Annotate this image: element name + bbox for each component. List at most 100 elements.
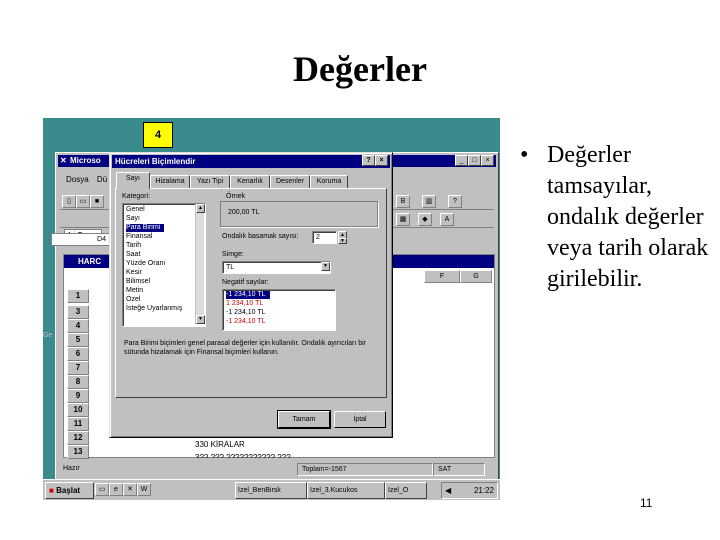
category-item[interactable]: Sayı (126, 215, 140, 223)
format-cells-dialog: Hücreleri Biçimlendir ? × Sayı Hizalama … (109, 152, 393, 438)
task-button-izel-o[interactable]: Izel_O (385, 482, 427, 499)
negative-numbers-list[interactable]: -1 234,10 TL 1 234,10 TL -1 234,10 TL -1… (222, 289, 336, 331)
cell-b14[interactable]: 3?? ??? ??????????? ??? (195, 452, 291, 458)
slide-number: 11 (640, 496, 653, 510)
category-item[interactable]: Saat (126, 251, 140, 259)
volume-icon[interactable]: ◀ (445, 483, 451, 498)
open-file-icon[interactable]: ▭ (76, 195, 90, 208)
cell-b13[interactable]: 330 KİRALAR (195, 440, 245, 449)
symbol-label: Simge: (222, 251, 244, 258)
bullet-text: Değerler tamsayılar, ondalık değerler ve… (547, 142, 709, 292)
row-header[interactable]: 7 (67, 361, 89, 375)
scroll-up-icon[interactable]: ▲ (196, 204, 205, 213)
bold-icon[interactable]: B (396, 195, 410, 208)
minimize-button[interactable]: _ (455, 155, 468, 166)
desktop-label: Ge (43, 332, 53, 339)
cancel-button[interactable]: İptal (334, 411, 386, 428)
tab-desenler[interactable]: Desenler (270, 175, 310, 188)
negative-option[interactable]: 1 234,10 TL (226, 300, 263, 308)
excel-title-text: Microso (70, 156, 101, 165)
new-file-icon[interactable]: ▯ (62, 195, 76, 208)
decimals-label: Ondalık basamak sayısı: (222, 233, 299, 240)
status-bar: Hazır Toplam=-1567 SAT (57, 462, 497, 476)
category-item[interactable]: Bilimsel (126, 278, 150, 286)
quicklaunch-excel-icon[interactable]: ✕ (123, 483, 137, 496)
borders-icon[interactable]: ▦ (396, 213, 410, 226)
row-header[interactable]: 13 (67, 445, 89, 459)
category-description: Para Birimi biçimleri genel parasal değe… (124, 340, 366, 356)
fill-color-icon[interactable]: ◆ (418, 213, 432, 226)
row-header[interactable]: 12 (67, 431, 89, 445)
category-item[interactable]: Özel (126, 296, 140, 304)
font-color-icon[interactable]: A (440, 213, 454, 226)
ok-button[interactable]: Tamam (277, 410, 331, 429)
column-header-g[interactable]: G (460, 270, 492, 283)
row-header[interactable]: 4 (67, 319, 89, 333)
close-button[interactable]: × (481, 155, 494, 166)
symbol-select[interactable]: TL (222, 261, 331, 274)
clock[interactable]: 21:22 (474, 486, 494, 495)
row-header[interactable]: 9 (67, 389, 89, 403)
screenshot: 4 Ge ✕ Microso _ □ × Dosya Dü ▯ ▭ ■ B ▥ … (43, 118, 500, 500)
save-icon[interactable]: ■ (90, 195, 104, 208)
column-header-f[interactable]: F (424, 270, 460, 283)
slide-title: Değerler (293, 49, 427, 89)
chevron-down-icon[interactable]: ▼ (321, 262, 330, 271)
start-button[interactable]: ■ Başlat (45, 482, 94, 499)
taskbar: ■ Başlat ▭ e ✕ W Izel_BenBirsk Izel_3.Ku… (43, 479, 500, 500)
row-header[interactable]: 6 (67, 347, 89, 361)
category-item[interactable]: Genel (126, 206, 145, 214)
row-header[interactable]: 8 (67, 375, 89, 389)
task-button-izel-3-kucukos[interactable]: Izel_3.Kucukos (307, 482, 385, 499)
menu-dosya[interactable]: Dosya (66, 175, 89, 184)
dialog-help-button[interactable]: ? (362, 155, 375, 166)
negative-option[interactable]: -1 234,10 TL (226, 309, 266, 317)
scroll-down-icon[interactable]: ▼ (196, 315, 205, 324)
windows-logo-icon: ■ (49, 486, 54, 495)
category-item[interactable]: Kesir (126, 269, 142, 277)
start-label: Başlat (56, 486, 81, 495)
tab-hizalama[interactable]: Hizalama (150, 175, 190, 188)
dialog-title-bar[interactable]: Hücreleri Biçimlendir (112, 155, 390, 168)
row-header[interactable]: 1 (67, 289, 89, 303)
quicklaunch-word-icon[interactable]: W (137, 483, 151, 496)
category-item[interactable]: Finansal (126, 233, 152, 241)
tab-kenarlik[interactable]: Kenarlık (230, 175, 270, 188)
menu-duzen[interactable]: Dü (97, 175, 107, 184)
decimals-down-icon[interactable]: ▼ (338, 238, 347, 244)
category-label: Kategori: (122, 193, 151, 200)
row-header[interactable]: 5 (67, 333, 89, 347)
row-header[interactable]: 10 (67, 403, 89, 417)
category-scrollbar[interactable]: ▲ ▼ (195, 204, 205, 324)
quicklaunch-desktop-icon[interactable]: ▭ (95, 483, 109, 496)
bullet-icon: • (520, 142, 529, 168)
row-header[interactable]: 11 (67, 417, 89, 431)
row-header[interactable]: 3 (67, 305, 89, 319)
negative-option-selected[interactable]: -1 234,10 TL (226, 291, 270, 299)
category-item[interactable]: Tarih (126, 242, 141, 250)
help-icon[interactable]: ? (448, 195, 462, 208)
chart-wizard-icon[interactable]: ▥ (422, 195, 436, 208)
category-item[interactable]: İsteğe Uyarlanmış (126, 305, 182, 313)
excel-logo-icon: ✕ (60, 156, 67, 165)
negative-numbers-label: Negatif sayılar: (222, 279, 269, 286)
system-tray: ◀ 21:22 (441, 482, 498, 499)
sample-label: Örnek (224, 193, 248, 200)
status-mode: SAT (433, 463, 485, 476)
name-box[interactable]: D4 (51, 233, 111, 246)
maximize-button[interactable]: □ (468, 155, 481, 166)
task-button-izel-benbirsk[interactable]: Izel_BenBirsk (235, 482, 307, 499)
category-item-selected[interactable]: Para Birimi (126, 224, 165, 232)
dialog-close-button[interactable]: × (375, 155, 388, 166)
menu-bar: Dosya Dü (66, 175, 107, 184)
tab-koruma[interactable]: Koruma (310, 175, 348, 188)
category-list[interactable]: Genel Sayı Para Birimi Finansal Tarih Sa… (122, 203, 206, 327)
decimals-stepper[interactable]: 2 (312, 231, 337, 244)
desktop-shortcut-icon[interactable]: 4 (143, 122, 173, 148)
tab-yazi-tipi[interactable]: Yazı Tipi (190, 175, 230, 188)
category-item[interactable]: Metin (126, 287, 143, 295)
quicklaunch-browser-icon[interactable]: e (109, 483, 123, 496)
category-item[interactable]: Yüzde Oranı (126, 260, 165, 268)
tab-sayi[interactable]: Sayı (116, 172, 150, 189)
negative-option[interactable]: -1 234,10 TL (226, 318, 266, 326)
